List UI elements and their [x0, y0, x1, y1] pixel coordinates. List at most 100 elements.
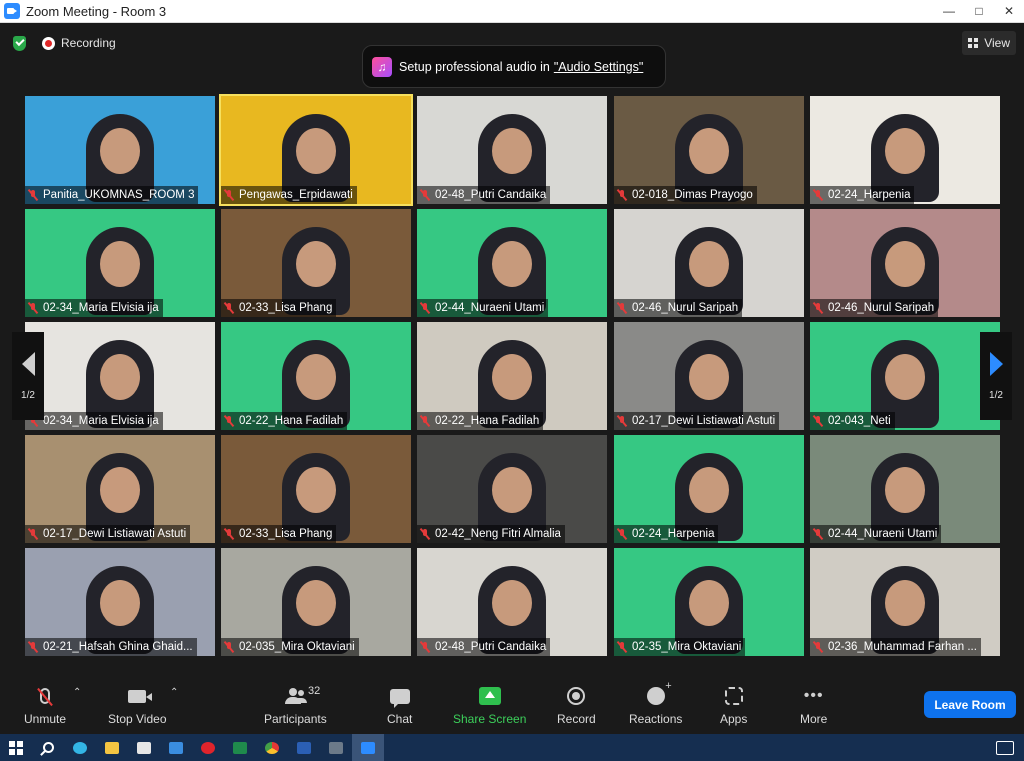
- participant-video-tile[interactable]: 02-34_Maria Elvisia ija: [25, 322, 215, 430]
- participant-face: [100, 354, 140, 400]
- close-window-button[interactable]: ✕: [994, 0, 1024, 23]
- participant-video-tile[interactable]: Panitia_UKOMNAS_ROOM 3: [25, 96, 215, 204]
- word-icon: [297, 741, 311, 754]
- participant-video-tile[interactable]: 02-36_Muhammad Farhan ...: [810, 548, 1000, 656]
- participant-face: [885, 128, 925, 174]
- participant-video-tile[interactable]: 02-21_Hafsah Ghina Ghaid...: [25, 548, 215, 656]
- participant-video-tile[interactable]: 02-46_Nurul Saripah: [614, 209, 804, 317]
- participant-video-tile[interactable]: 02-043_Neti: [810, 322, 1000, 430]
- participant-video-tile[interactable]: 02-44_Nuraeni Utami: [810, 435, 1000, 543]
- participant-face: [492, 580, 532, 626]
- participant-name-label: Pengawas_Erpidawati: [221, 186, 357, 204]
- participant-face: [296, 128, 336, 174]
- participant-video-tile[interactable]: 02-48_Putri Candaika: [417, 96, 607, 204]
- store-icon: [137, 741, 151, 754]
- maximize-button[interactable]: □: [964, 0, 994, 23]
- participant-name-label: 02-36_Muhammad Farhan ...: [810, 638, 981, 656]
- notifications-icon[interactable]: [996, 740, 1014, 755]
- microphone-muted-icon: [27, 302, 39, 314]
- stop-video-button[interactable]: Stop Video: [108, 685, 167, 726]
- taskbar-excel[interactable]: [224, 734, 256, 761]
- microphone-muted-icon: [812, 641, 824, 653]
- meeting-toolbar: Unmute ⌃ Stop Video ⌃ 32 Participants Ch…: [0, 679, 1024, 734]
- audio-settings-banner: ♫ Setup professional audio in "Audio Set…: [362, 45, 666, 88]
- participant-name: 02-48_Putri Candaika: [435, 189, 547, 201]
- participant-face: [689, 128, 729, 174]
- search-icon: [42, 742, 54, 753]
- taskbar-chrome[interactable]: [256, 734, 288, 761]
- participant-name: Panitia_UKOMNAS_ROOM 3: [43, 189, 195, 201]
- participant-name: 02-21_Hafsah Ghina Ghaid...: [43, 641, 193, 653]
- participant-video-tile[interactable]: 02-48_Putri Candaika: [417, 548, 607, 656]
- chat-label: Chat: [387, 712, 413, 726]
- participant-video-tile[interactable]: 02-22_Hana Fadilah: [417, 322, 607, 430]
- microphone-muted-icon: [616, 641, 628, 653]
- leave-room-button[interactable]: Leave Room: [924, 691, 1016, 718]
- participant-video-tile[interactable]: 02-24_Harpenia: [810, 96, 1000, 204]
- view-button[interactable]: View: [962, 31, 1016, 55]
- start-button[interactable]: [0, 734, 32, 761]
- minimize-button[interactable]: —: [934, 0, 964, 23]
- stop-video-label: Stop Video: [108, 712, 167, 726]
- participant-name-label: 02-21_Hafsah Ghina Ghaid...: [25, 638, 197, 656]
- zoom-app-icon: [4, 3, 20, 19]
- banner-text: Setup professional audio in: [399, 59, 550, 74]
- video-options-chevron-icon[interactable]: ⌃: [170, 687, 178, 698]
- participant-video-tile[interactable]: 02-035_Mira Oktaviani: [221, 548, 411, 656]
- participant-video-tile[interactable]: 02-34_Maria Elvisia ija: [25, 209, 215, 317]
- participant-face: [492, 241, 532, 287]
- participant-video-tile[interactable]: 02-17_Dewi Listiawati Astuti: [25, 435, 215, 543]
- participant-face: [885, 354, 925, 400]
- file-explorer-icon: [105, 741, 119, 754]
- participant-face: [689, 580, 729, 626]
- taskbar-zoom[interactable]: [352, 734, 384, 761]
- recording-indicator[interactable]: Recording: [42, 35, 116, 51]
- taskbar-search-button[interactable]: [32, 734, 64, 761]
- unmute-button[interactable]: Unmute: [24, 685, 66, 726]
- audio-settings-link[interactable]: "Audio Settings": [554, 60, 643, 74]
- apps-button[interactable]: Apps: [720, 685, 747, 726]
- recording-label: Recording: [61, 36, 116, 50]
- reactions-button[interactable]: Reactions: [629, 680, 682, 726]
- participant-name-label: 02-33_Lisa Phang: [221, 525, 337, 543]
- record-button[interactable]: Record: [557, 685, 596, 726]
- chat-button[interactable]: Chat: [387, 685, 412, 726]
- participant-video-tile[interactable]: 02-17_Dewi Listiawati Astuti: [614, 322, 804, 430]
- participant-video-tile[interactable]: 02-46_Nurul Saripah: [810, 209, 1000, 317]
- mail-icon: [169, 741, 183, 754]
- participant-name: 02-34_Maria Elvisia ija: [43, 415, 159, 427]
- taskbar-opera[interactable]: [192, 734, 224, 761]
- share-screen-button[interactable]: Share Screen: [453, 685, 526, 726]
- more-button[interactable]: ••• More: [800, 685, 827, 727]
- participant-video-tile[interactable]: Pengawas_Erpidawati: [219, 94, 413, 206]
- excel-icon: [233, 741, 247, 754]
- participant-video-tile[interactable]: 02-22_Hana Fadilah: [221, 322, 411, 430]
- participant-video-tile[interactable]: 02-018_Dimas Prayogo: [614, 96, 804, 204]
- participant-name: 02-17_Dewi Listiawati Astuti: [632, 415, 776, 427]
- taskbar-file-explorer[interactable]: [96, 734, 128, 761]
- participant-name-label: 02-46_Nurul Saripah: [810, 299, 939, 317]
- next-page-button[interactable]: 1/2: [980, 332, 1012, 420]
- participant-video-tile[interactable]: 02-35_Mira Oktaviani: [614, 548, 804, 656]
- security-shield-icon[interactable]: [13, 36, 26, 51]
- participant-name: 02-34_Maria Elvisia ija: [43, 302, 159, 314]
- taskbar-edge[interactable]: [64, 734, 96, 761]
- taskbar-calculator[interactable]: [320, 734, 352, 761]
- audio-options-chevron-icon[interactable]: ⌃: [73, 687, 81, 698]
- taskbar-store[interactable]: [128, 734, 160, 761]
- participant-face: [100, 128, 140, 174]
- prev-page-button[interactable]: 1/2: [12, 332, 44, 420]
- participant-video-tile[interactable]: 02-33_Lisa Phang: [221, 209, 411, 317]
- participant-name: 02-22_Hana Fadilah: [239, 415, 344, 427]
- participant-video-tile[interactable]: 02-24_Harpenia: [614, 435, 804, 543]
- participant-video-tile[interactable]: 02-33_Lisa Phang: [221, 435, 411, 543]
- microphone-muted-icon: [812, 528, 824, 540]
- taskbar-word[interactable]: [288, 734, 320, 761]
- participant-face: [885, 580, 925, 626]
- taskbar-mail[interactable]: [160, 734, 192, 761]
- participant-video-tile[interactable]: 02-44_Nuraeni Utami: [417, 209, 607, 317]
- participants-count: 32: [308, 685, 321, 697]
- zoom-icon: [361, 741, 375, 754]
- participant-video-tile[interactable]: 02-42_Neng Fitri Almalia: [417, 435, 607, 543]
- participants-button[interactable]: 32 Participants: [264, 685, 327, 726]
